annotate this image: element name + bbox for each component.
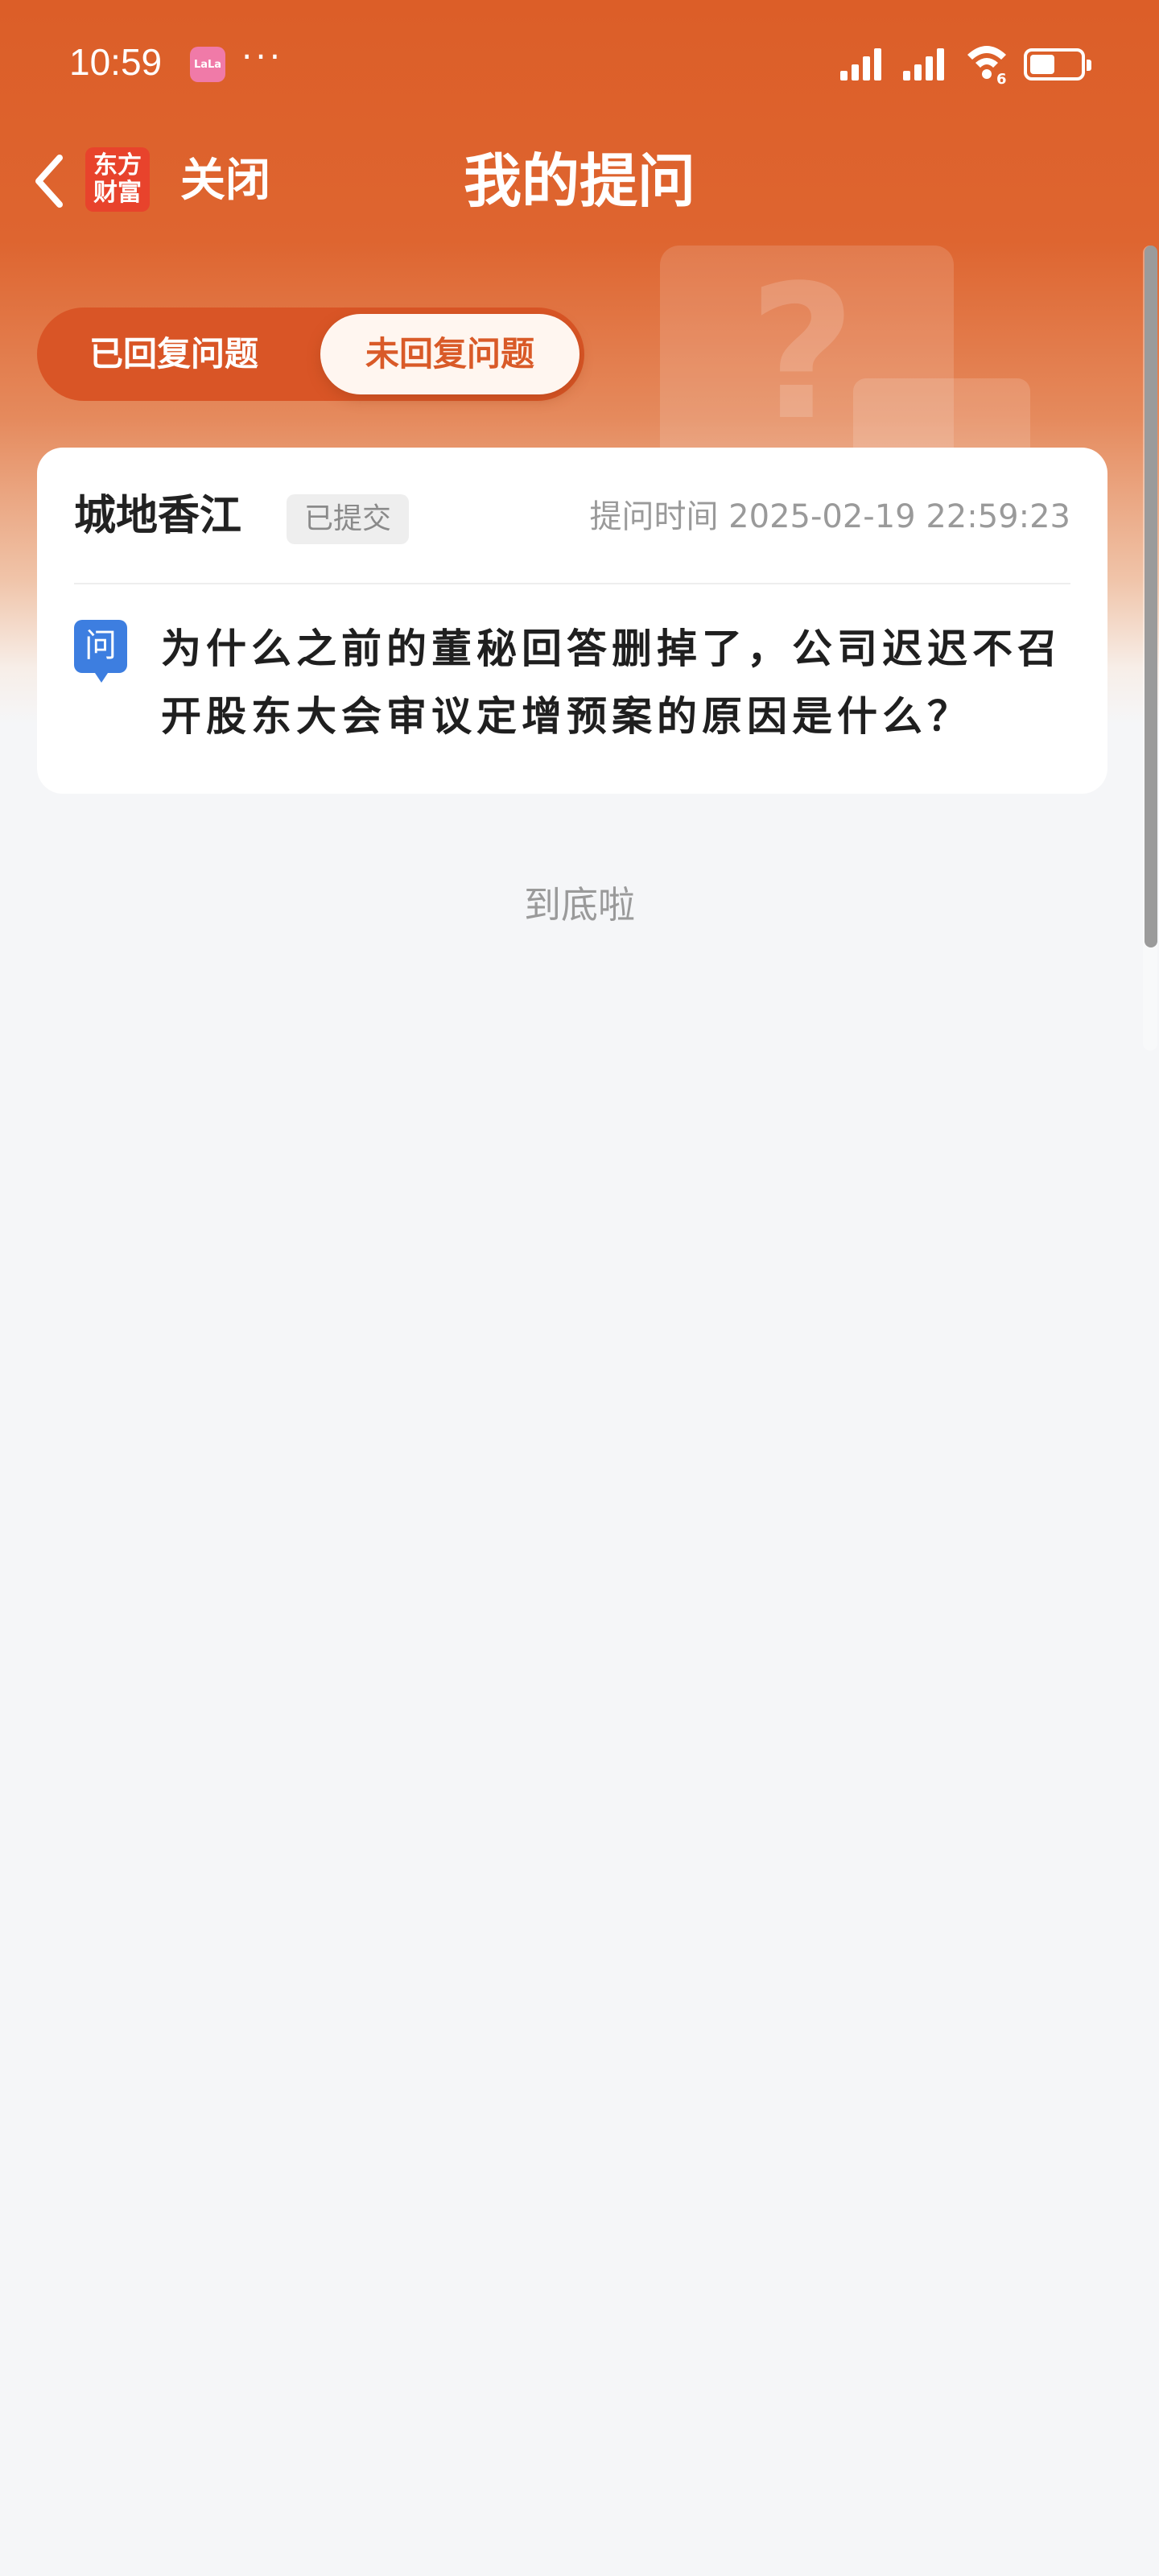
page-title: 我的提问 — [463, 147, 695, 215]
status-time: 10:59 — [69, 41, 163, 83]
signal-icon — [840, 45, 892, 80]
end-of-list-text: 到底啦 — [524, 883, 635, 927]
wifi-badge: 6 — [996, 71, 1007, 88]
divider — [74, 583, 1070, 584]
question-icon: 问 — [74, 620, 127, 683]
tab-answered[interactable]: 已回复问题 — [37, 308, 311, 401]
more-notifications-icon: ··· — [241, 37, 284, 76]
battery-icon — [1024, 48, 1091, 80]
status-badge: 已提交 — [287, 494, 410, 544]
scrollbar-thumb[interactable] — [1145, 246, 1157, 947]
signal-icon-2 — [903, 45, 955, 80]
question-mark-icon: ? — [749, 246, 856, 461]
question-card[interactable]: 城地香江 已提交 提问时间 2025-02-19 22:59:23 问 为什么之… — [37, 448, 1107, 794]
tab-unanswered[interactable]: 未回复问题 — [320, 314, 580, 394]
app-notification-icon: LaLa — [190, 47, 225, 82]
tab-switcher: 已回复问题 未回复问题 — [37, 308, 584, 401]
status-bar: 10:59 LaLa ··· 6 — [0, 0, 1159, 129]
stock-name: 城地香江 — [74, 492, 242, 540]
question-text: 为什么之前的董秘回答删掉了，公司迟迟不召开股东大会审议定增预案的原因是什么？ — [161, 625, 1062, 740]
page: ? 10:59 LaLa ··· 6 东方财富 关闭 我的提问 已回复问题 未回… — [0, 0, 1159, 2576]
question-time: 提问时间 2025-02-19 22:59:23 — [589, 498, 1070, 535]
